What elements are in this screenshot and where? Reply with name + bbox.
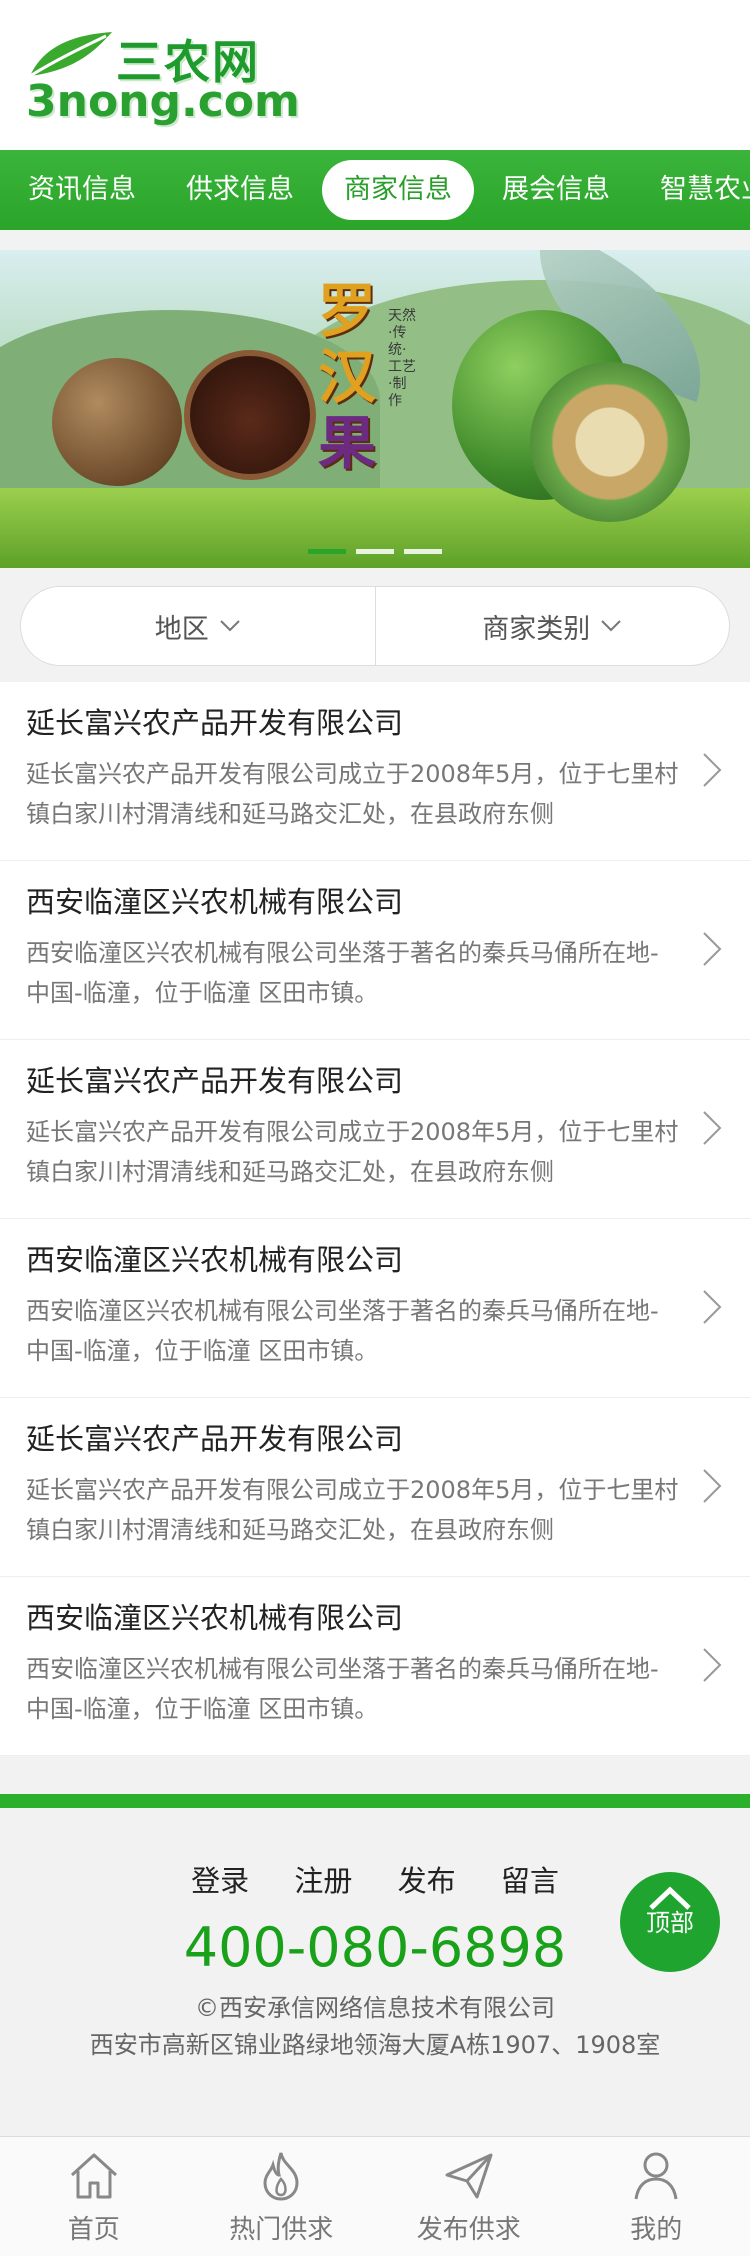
chevron-right-icon [703,1469,722,1503]
company-name: 延长富兴农产品开发有限公司 [26,706,404,740]
tab-label: 我的 [630,2215,683,2245]
banner-title-char: 罗 [318,277,377,345]
list-item[interactable]: 西安临潼区兴农机械有限公司 西安临潼区兴农机械有限公司坐落于著名的秦兵马俑所在地… [0,1219,750,1398]
nav-item-merchants[interactable]: 商家信息 [322,160,474,220]
region-filter[interactable]: 地区 [21,587,375,665]
company-description: 延长富兴农产品开发有限公司成立于2008年5月，位于七里村镇白家川村渭清线和延马… [26,760,679,828]
bottom-tab-bar: 首页 热门供求 发布供求 我的 [0,2136,750,2256]
company-description: 西安临潼区兴农机械有限公司坐落于著名的秦兵马俑所在地-中国-临潼，位于临潼 区田… [26,1297,659,1365]
footer-link-register[interactable]: 注册 [294,1864,352,1898]
company-name: 西安临潼区兴农机械有限公司 [26,1243,404,1277]
footer-link-publish[interactable]: 发布 [398,1864,456,1898]
footer: 登录 注册 发布 留言 400-080-6898 ©西安承信网络信息技术有限公司… [0,1794,750,2124]
company-description: 延长富兴农产品开发有限公司成立于2008年5月，位于七里村镇白家川村渭清线和延马… [26,1118,679,1186]
chevron-right-icon [703,932,722,966]
banner-title-char: 果 [318,409,377,477]
company-description: 延长富兴农产品开发有限公司成立于2008年5月，位于七里村镇白家川村渭清线和延马… [26,1476,679,1544]
copyright-text: ©西安承信网络信息技术有限公司 [195,1994,555,2022]
chevron-right-icon [703,753,722,787]
tab-publish-supply[interactable]: 发布供求 [375,2137,563,2256]
company-name: 延长富兴农产品开发有限公司 [26,1422,404,1456]
carousel-dot[interactable] [308,549,346,554]
company-name: 西安临潼区兴农机械有限公司 [26,885,404,919]
company-name: 西安临潼区兴农机械有限公司 [26,1601,404,1635]
nav-item-supply[interactable]: 供求信息 [164,160,316,220]
category-filter[interactable]: 商家类别 [376,587,730,665]
carousel-dot[interactable] [404,549,442,554]
banner-title-char: 汉 [318,343,377,411]
filter-bar: 地区 商家类别 [20,586,730,666]
send-icon [445,2153,493,2199]
tab-label: 发布供求 [416,2215,521,2245]
chevron-right-icon [703,1111,722,1145]
nav-item-exhibitions[interactable]: 展会信息 [480,160,632,220]
list-item[interactable]: 延长富兴农产品开发有限公司 延长富兴农产品开发有限公司成立于2008年5月，位于… [0,1398,750,1577]
leaf-icon [29,32,112,78]
chevron-right-icon [703,1290,722,1324]
footer-link-message[interactable]: 留言 [501,1864,559,1898]
back-to-top-label: 顶部 [646,1909,694,1937]
chevron-right-icon [703,1648,722,1682]
list-item[interactable]: 延长富兴农产品开发有限公司 延长富兴农产品开发有限公司成立于2008年5月，位于… [0,1040,750,1219]
company-name: 延长富兴农产品开发有限公司 [26,1064,404,1098]
nav-item-smart-agriculture[interactable]: 智慧农业 [638,160,750,220]
banner-fruit [52,358,182,486]
filter-bar-wrapper: 地区 商家类别 [0,568,750,682]
chevron-down-icon [220,620,240,632]
tab-home[interactable]: 首页 [0,2137,188,2256]
tab-label: 首页 [67,2215,120,2245]
address-text: 西安市高新区锦业路绿地领海大厦A栋1907、1908室 [89,2031,661,2059]
chevron-down-icon [601,620,621,632]
list-item[interactable]: 西安临潼区兴农机械有限公司 西安临潼区兴农机械有限公司坐落于著名的秦兵马俑所在地… [0,861,750,1040]
category-filter-label: 商家类别 [482,613,591,645]
logo-english: 3nong.com [26,76,300,127]
tab-mine[interactable]: 我的 [563,2137,750,2256]
banner-title: 罗 汉 果 [318,278,398,476]
main-nav: 资讯信息 供求信息 商家信息 展会信息 智慧农业 [0,150,750,230]
banner-subtitle: 天然·传统·工艺·制作 [388,308,416,409]
company-description: 西安临潼区兴农机械有限公司坐落于著名的秦兵马俑所在地-中国-临潼，位于临潼 区田… [26,939,659,1007]
nav-item-news[interactable]: 资讯信息 [6,160,158,220]
tab-hot-supply[interactable]: 热门供求 [188,2137,376,2256]
company-description: 西安临潼区兴农机械有限公司坐落于著名的秦兵马俑所在地-中国-临潼，位于临潼 区田… [26,1655,659,1723]
region-filter-label: 地区 [154,613,209,645]
list-item[interactable]: 西安临潼区兴农机械有限公司 西安临潼区兴农机械有限公司坐落于著名的秦兵马俑所在地… [0,1577,750,1756]
banner-carousel[interactable]: 罗 汉 果 天然·传统·工艺·制作 [0,250,750,568]
back-to-top-button[interactable]: 顶部 [620,1872,720,1972]
list-item[interactable]: 延长富兴农产品开发有限公司 延长富兴农产品开发有限公司成立于2008年5月，位于… [0,682,750,861]
home-icon [70,2153,117,2199]
banner-fruit [184,350,316,480]
flame-icon [263,2152,299,2201]
tab-label: 热门供求 [229,2215,334,2245]
carousel-indicators [0,549,750,554]
arrow-up-icon [649,1886,691,1910]
footer-link-login[interactable]: 登录 [191,1864,249,1898]
banner-fruit [530,362,690,522]
user-icon [634,2152,678,2200]
company-list: 延长富兴农产品开发有限公司 延长富兴农产品开发有限公司成立于2008年5月，位于… [0,682,750,1756]
site-logo[interactable]: 三农网 3nong.com [26,26,300,130]
carousel-dot[interactable] [356,549,394,554]
header: 三农网 3nong.com [0,0,750,150]
